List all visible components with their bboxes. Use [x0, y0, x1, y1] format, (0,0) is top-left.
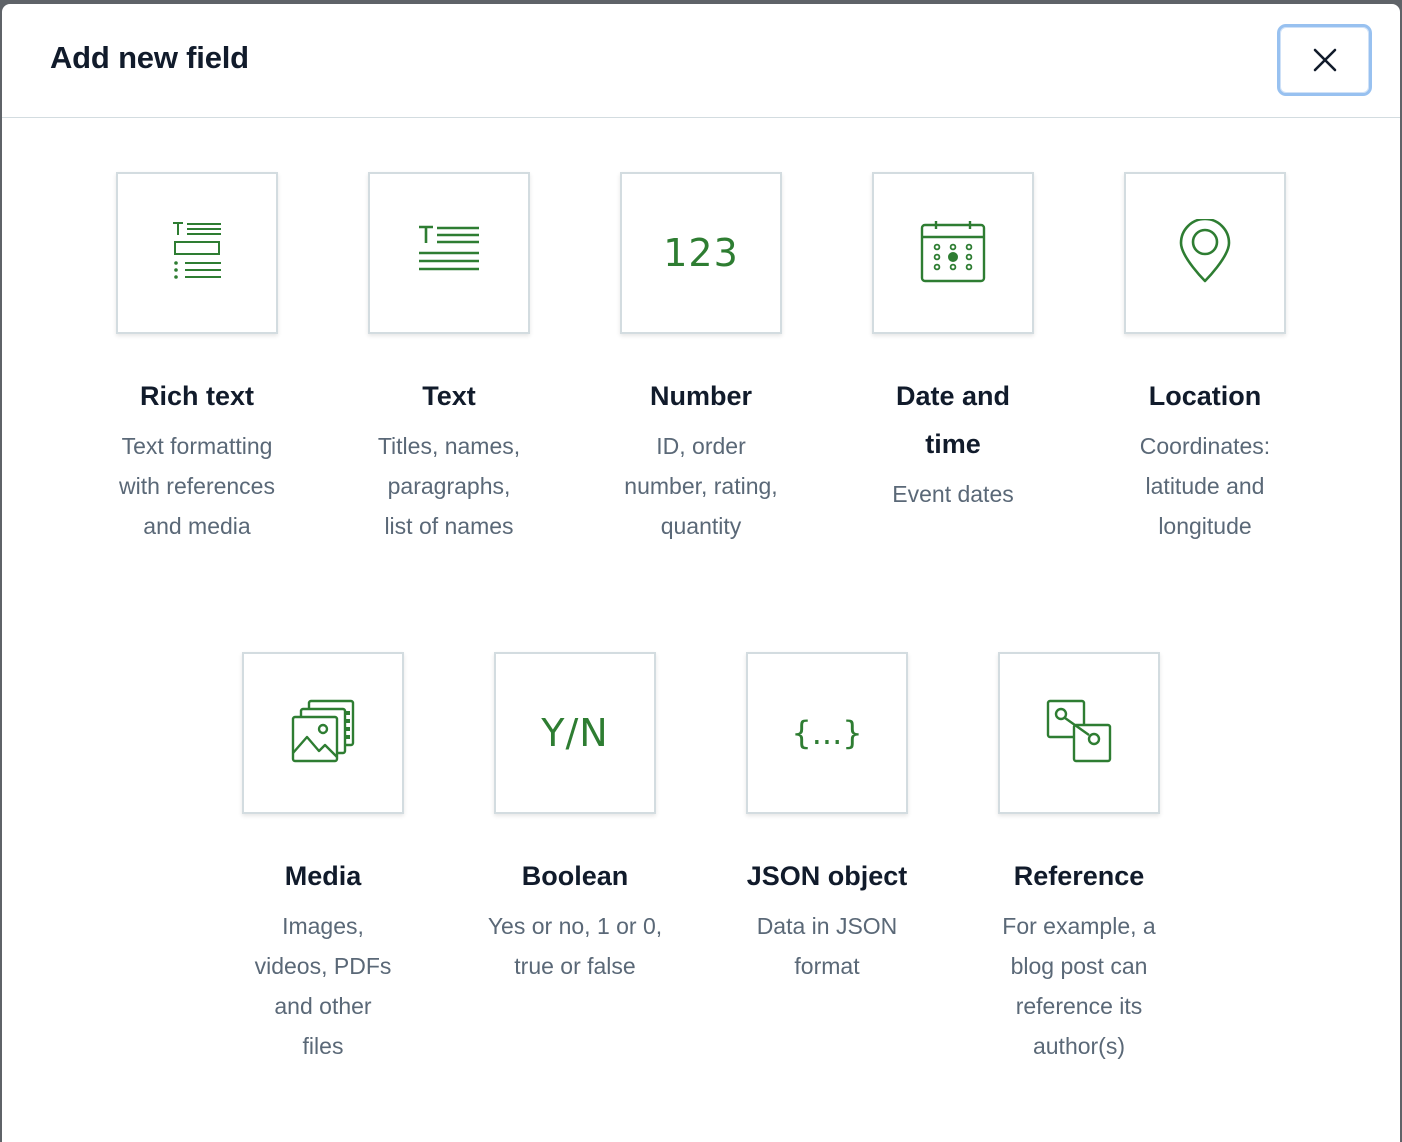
boolean-tile[interactable]: Y/N — [494, 652, 656, 814]
number-icon: 123 — [663, 231, 739, 275]
text-tile[interactable] — [368, 172, 530, 334]
field-type-boolean[interactable]: Y/N Boolean Yes or no, 1 or 0, true or f… — [449, 652, 701, 986]
boolean-icon: Y/N — [541, 711, 609, 755]
close-button[interactable] — [1277, 24, 1372, 96]
field-type-title: Boolean — [521, 861, 629, 891]
field-type-number[interactable]: 123 Number ID, order number, rating, qua… — [575, 172, 827, 546]
field-type-title: Media — [284, 861, 362, 891]
dialog-header: Add new field — [2, 4, 1400, 118]
field-type-text[interactable]: Text Titles, names, paragraphs, list of … — [323, 172, 575, 546]
rich-text-tile[interactable] — [116, 172, 278, 334]
calendar-icon — [920, 219, 986, 288]
reference-icon — [1046, 699, 1112, 768]
field-type-description: Titles, names, paragraphs, list of names — [377, 433, 521, 539]
location-tile[interactable] — [1124, 172, 1286, 334]
field-type-title: Location — [1148, 381, 1262, 411]
field-type-title: Reference — [1013, 861, 1145, 891]
dialog-title: Add new field — [50, 40, 249, 75]
field-type-description: Images, videos, PDFs and other files — [254, 913, 392, 1059]
reference-tile[interactable] — [998, 652, 1160, 814]
date-time-tile[interactable] — [872, 172, 1034, 334]
field-type-title: Rich text — [139, 381, 255, 411]
field-type-json-object[interactable]: {...} JSON object Data in JSON format — [701, 652, 953, 986]
media-icon — [291, 699, 355, 768]
rich-text-icon — [171, 217, 223, 290]
field-type-description: ID, order number, rating, quantity — [624, 433, 778, 539]
field-type-rich-text[interactable]: Rich text Text formatting with reference… — [71, 172, 323, 546]
close-icon — [1312, 47, 1338, 73]
location-pin-icon — [1179, 217, 1231, 288]
field-type-title: Date and time — [895, 381, 1011, 459]
field-type-location[interactable]: Location Coordinates: latitude and longi… — [1079, 172, 1331, 546]
field-type-reference[interactable]: Reference For example, a blog post can r… — [953, 652, 1205, 1066]
field-type-description: Yes or no, 1 or 0, true or false — [487, 913, 663, 979]
add-field-dialog: Add new field Rich text Text formatting … — [2, 4, 1400, 1142]
json-object-tile[interactable]: {...} — [746, 652, 908, 814]
field-type-date-time[interactable]: Date and time Event dates — [827, 172, 1079, 514]
field-type-description: Coordinates: latitude and longitude — [1139, 433, 1271, 539]
field-type-media[interactable]: Media Images, videos, PDFs and other fil… — [197, 652, 449, 1066]
number-tile[interactable]: 123 — [620, 172, 782, 334]
field-type-title: JSON object — [746, 861, 908, 891]
field-type-title: Text — [422, 381, 476, 411]
field-type-description: Data in JSON format — [756, 913, 898, 979]
field-type-description: Event dates — [892, 481, 1014, 507]
field-type-description: Text formatting with references and medi… — [119, 433, 275, 539]
json-icon: {...} — [791, 714, 863, 752]
field-type-title: Number — [649, 381, 752, 411]
text-icon — [417, 223, 481, 284]
field-type-description: For example, a blog post can reference i… — [1002, 913, 1156, 1059]
media-tile[interactable] — [242, 652, 404, 814]
